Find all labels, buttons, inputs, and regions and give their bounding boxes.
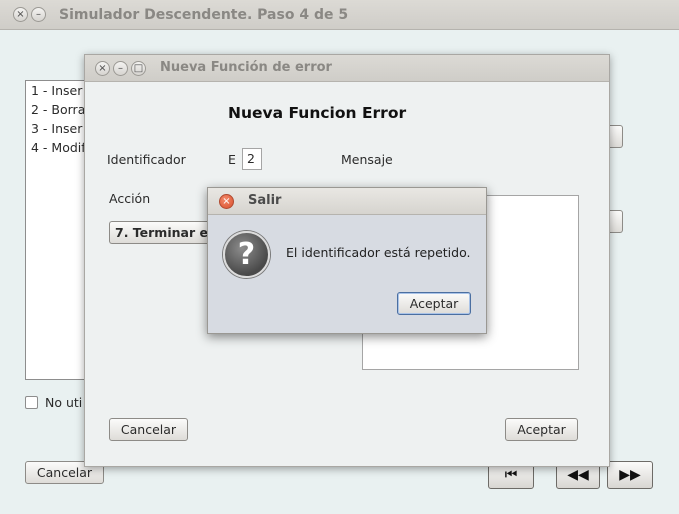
no-use-checkbox[interactable] <box>25 396 38 409</box>
identifier-input[interactable]: 2 <box>242 148 262 170</box>
hidden-button-edge[interactable] <box>609 125 623 148</box>
dialog-titlebar: × – □ Nueva Función de error <box>85 55 609 82</box>
next-step-button[interactable]: ▶▶ <box>607 461 653 489</box>
alert-message: El identificador está repetido. <box>286 245 471 260</box>
question-icon: ? <box>223 231 270 278</box>
alert-title: Salir <box>248 193 282 208</box>
alert-titlebar: × Salir <box>208 188 486 215</box>
dialog-maximize-icon[interactable]: □ <box>131 61 146 76</box>
rewind-icon: ◀◀ <box>567 467 589 483</box>
dialog-minimize-icon[interactable]: – <box>113 61 128 76</box>
exit-alert: × Salir ? El identificador está repetido… <box>207 187 487 334</box>
list-item[interactable]: 4 - Modif <box>31 140 86 155</box>
dialog-title: Nueva Función de error <box>160 60 332 75</box>
dialog-accept-button[interactable]: Aceptar <box>505 418 578 441</box>
main-titlebar: × – Simulador Descendente. Paso 4 de 5 <box>0 0 679 30</box>
no-use-checkbox-label: No uti <box>45 395 83 410</box>
identifier-prefix: E <box>228 152 236 167</box>
dialog-close-icon[interactable]: × <box>95 61 110 76</box>
identifier-label: Identificador <box>107 152 186 167</box>
main-close-icon[interactable]: × <box>13 7 28 22</box>
list-item[interactable]: 3 - Inser <box>31 121 82 136</box>
dialog-cancel-button[interactable]: Cancelar <box>109 418 188 441</box>
fast-forward-icon: ▶▶ <box>619 467 641 483</box>
dialog-heading: Nueva Funcion Error <box>228 104 407 122</box>
list-item[interactable]: 1 - Inser <box>31 83 82 98</box>
list-item[interactable]: 2 - Borra <box>31 102 85 117</box>
main-minimize-icon[interactable]: – <box>31 7 46 22</box>
alert-accept-button[interactable]: Aceptar <box>397 292 471 315</box>
hidden-button-edge[interactable] <box>609 210 623 233</box>
action-select[interactable]: 7. Terminar el <box>109 221 209 244</box>
message-label: Mensaje <box>341 152 393 167</box>
main-window-title: Simulador Descendente. Paso 4 de 5 <box>59 7 349 23</box>
alert-close-icon[interactable]: × <box>219 194 234 209</box>
action-select-value: 7. Terminar el <box>115 225 209 240</box>
skip-back-icon: ⏮ <box>504 467 518 483</box>
action-label: Acción <box>109 191 151 206</box>
